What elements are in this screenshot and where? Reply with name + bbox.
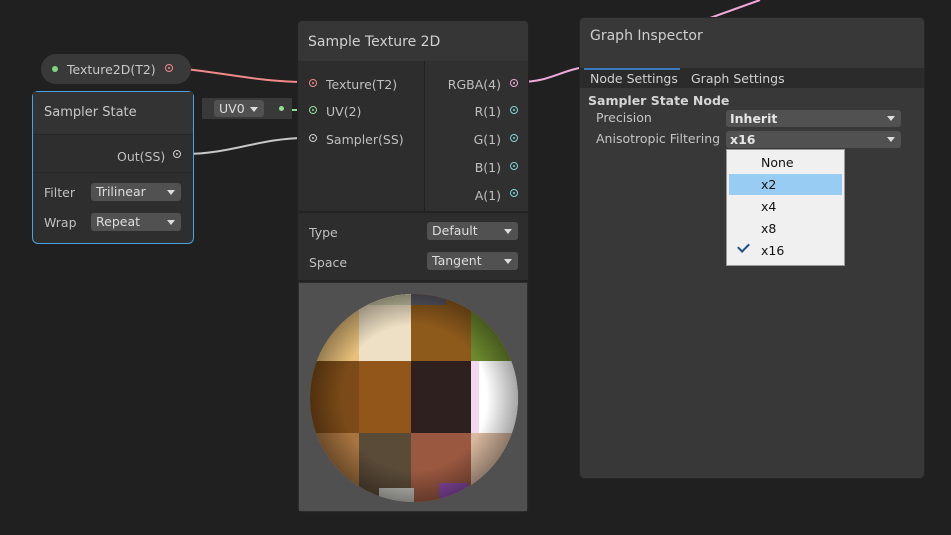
output-label-r: R(1)	[474, 104, 501, 119]
r-output-port-icon[interactable]	[510, 106, 518, 114]
divider	[298, 280, 528, 282]
inspector-tabs: Node Settings Graph Settings	[580, 68, 924, 88]
wrap-dropdown[interactable]: Repeat	[91, 213, 181, 231]
active-tab-indicator	[584, 68, 680, 70]
sampler-output-port-icon[interactable]	[173, 150, 181, 158]
wrap-value: Repeat	[96, 214, 141, 229]
chevron-down-icon	[250, 107, 258, 112]
column-divider	[424, 61, 425, 211]
chevron-down-icon	[504, 229, 512, 234]
anisotropic-filtering-menu[interactable]: None x2 x4 x8 x16	[726, 149, 845, 266]
type-dropdown[interactable]: Default	[427, 222, 518, 240]
uv-input-port-icon[interactable]	[309, 106, 317, 114]
wrap-label: Wrap	[44, 215, 77, 230]
property-label: Texture2D(T2)	[67, 62, 156, 77]
anisotropic-filtering-dropdown[interactable]: x16	[726, 131, 901, 148]
section-heading: Sampler State Node	[588, 93, 730, 108]
output-label: Out(SS)	[117, 149, 166, 164]
sample-texture-2d-node[interactable]: Sample Texture 2D Texture(T2) UV(2) Samp…	[298, 21, 528, 512]
texture2d-property-node[interactable]: Texture2D(T2)	[41, 54, 191, 84]
texture-preview	[299, 283, 527, 511]
node-title: Sample Texture 2D	[308, 34, 441, 50]
chevron-down-icon	[887, 116, 895, 121]
space-dropdown[interactable]: Tangent	[427, 252, 518, 270]
filter-value: Trilinear	[96, 184, 146, 199]
tab-graph-settings[interactable]: Graph Settings	[691, 71, 785, 86]
texture-output-port-icon[interactable]	[165, 64, 173, 72]
precision-label: Precision	[596, 110, 652, 125]
chevron-down-icon	[887, 137, 895, 142]
uv-connector-icon	[279, 106, 284, 111]
output-label-b: B(1)	[474, 160, 501, 175]
texture-input-port-icon[interactable]	[309, 79, 317, 87]
type-label: Type	[309, 225, 338, 240]
output-label-a: A(1)	[474, 188, 501, 203]
menu-option-none[interactable]: None	[729, 152, 842, 173]
b-output-port-icon[interactable]	[510, 162, 518, 170]
divider	[33, 172, 192, 173]
type-value: Default	[432, 223, 478, 238]
menu-option-x2[interactable]: x2	[729, 174, 842, 195]
rgba-output-port-icon[interactable]	[510, 79, 518, 87]
option-label: None	[761, 155, 794, 170]
option-label: x8	[761, 221, 777, 236]
menu-option-x8[interactable]: x8	[729, 218, 842, 239]
anisotropic-filtering-value: x16	[730, 132, 756, 147]
uv-channel-dropdown[interactable]: UV0	[214, 100, 264, 117]
node-title: Sampler State	[44, 105, 137, 120]
input-label-sampler: Sampler(SS)	[326, 132, 404, 147]
input-label-uv: UV(2)	[326, 104, 362, 119]
anisotropic-filtering-label: Anisotropic Filtering	[596, 131, 721, 146]
chevron-down-icon	[167, 220, 175, 225]
checkmark-icon	[737, 240, 750, 253]
filter-label: Filter	[44, 185, 75, 200]
output-label-rgba: RGBA(4)	[447, 77, 501, 92]
inspector-title: Graph Inspector	[590, 28, 703, 44]
precision-value: Inherit	[730, 111, 778, 126]
menu-option-x4[interactable]: x4	[729, 196, 842, 217]
output-label-g: G(1)	[473, 132, 501, 147]
option-label: x2	[761, 177, 777, 192]
rgba-wire-upper	[709, 0, 761, 19]
option-label: x16	[761, 243, 785, 258]
texture-wire	[175, 67, 306, 83]
g-output-port-icon[interactable]	[510, 134, 518, 142]
sampler-state-node[interactable]: Sampler State Out(SS) Filter Trilinear W…	[32, 91, 194, 244]
chevron-down-icon	[167, 190, 175, 195]
divider	[298, 211, 528, 213]
filter-dropdown[interactable]: Trilinear	[91, 183, 181, 201]
chevron-down-icon	[504, 259, 512, 264]
menu-option-x16[interactable]: x16	[729, 240, 842, 261]
property-indicator-icon	[52, 66, 58, 72]
sampler-wire	[185, 137, 307, 155]
preview-sphere	[310, 294, 518, 502]
space-label: Space	[309, 255, 348, 270]
a-output-port-icon[interactable]	[510, 189, 518, 197]
tab-node-settings[interactable]: Node Settings	[590, 71, 678, 86]
precision-dropdown[interactable]: Inherit	[726, 110, 901, 127]
uv-value: UV0	[219, 101, 245, 116]
option-label: x4	[761, 199, 777, 214]
input-label-texture: Texture(T2)	[326, 77, 398, 92]
sampler-input-port-icon[interactable]	[309, 134, 317, 142]
space-value: Tangent	[432, 253, 482, 268]
uv-input-chip[interactable]: UV0	[202, 98, 292, 119]
